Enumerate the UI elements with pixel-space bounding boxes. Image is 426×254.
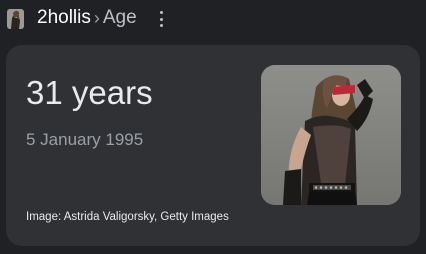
subject-thumbnail[interactable] [7,9,24,29]
subject-link[interactable]: 2hollis [37,7,91,29]
image-credit: Image: Astrida Valigorsky, Getty Images [26,211,229,223]
header-title: 2hollis › Age [37,7,137,29]
knowledge-header: 2hollis › Age [0,0,426,38]
answer-card: 31 years 5 January 1995 Image: Astrida V… [6,45,420,246]
birth-date: 5 January 1995 [26,130,144,149]
breadcrumb-separator: › [93,8,100,28]
attribute-label: Age [102,7,137,28]
age-value: 31 years [26,74,153,111]
subject-photo[interactable] [261,65,401,205]
more-vert-icon[interactable] [156,11,166,27]
